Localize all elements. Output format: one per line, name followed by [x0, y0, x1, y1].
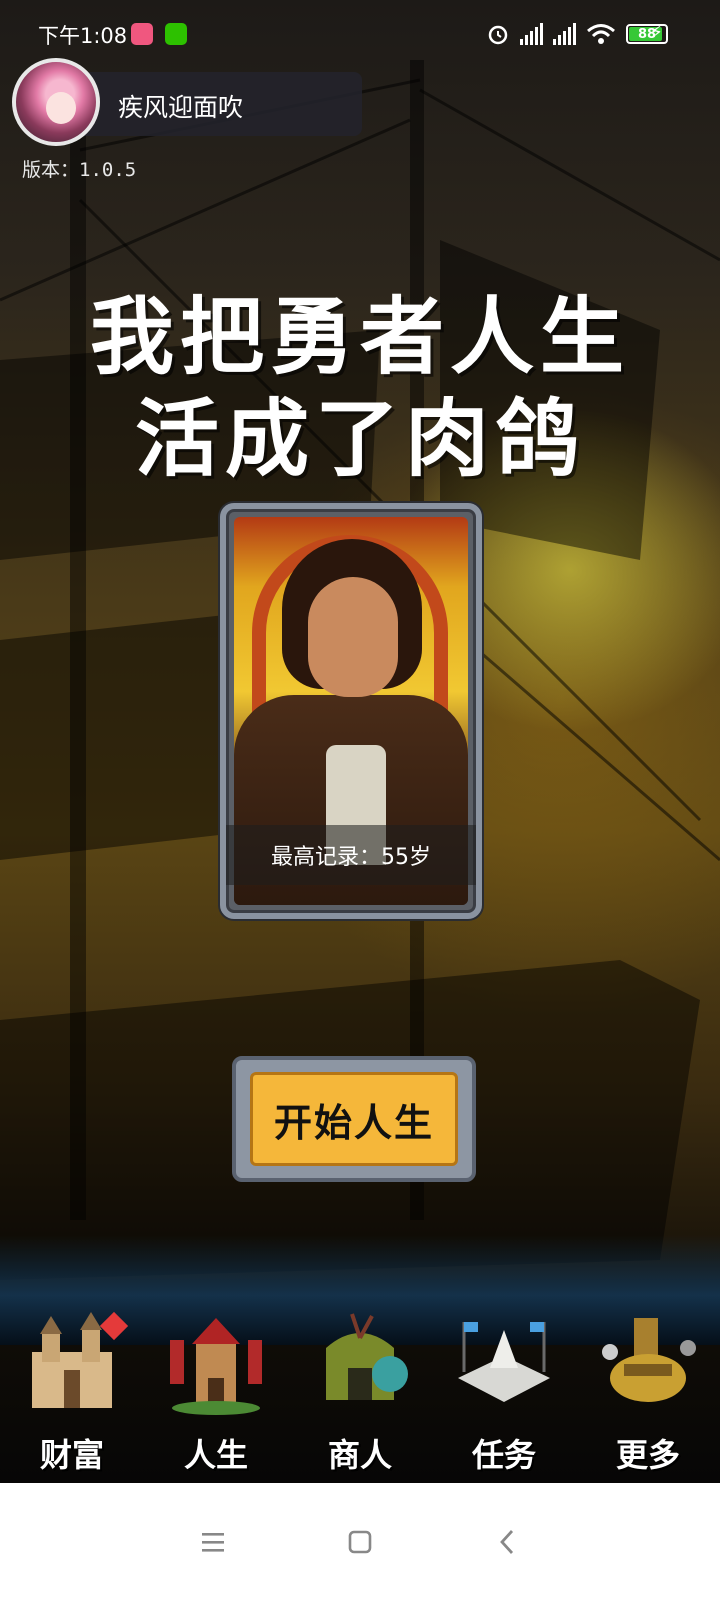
- castle-icon: [18, 1308, 129, 1416]
- signal-strength-icon-2: [553, 23, 576, 45]
- hero-card[interactable]: 最高记录：55岁: [220, 503, 482, 919]
- record-bar: 最高记录：55岁: [226, 825, 476, 885]
- nav-item-wealth[interactable]: 财富: [7, 1308, 137, 1488]
- wifi-icon: [587, 24, 615, 44]
- start-life-label: 开始人生: [273, 1100, 434, 1145]
- bottom-nav: 财富 人生 商人 任务 更多: [0, 1308, 720, 1488]
- system-navigation-bar: [0, 1483, 720, 1600]
- bilibili-notification-icon: [131, 23, 153, 45]
- back-icon[interactable]: [487, 1522, 527, 1562]
- nav-label-life: 人生: [183, 1436, 248, 1474]
- charging-icon: ⚡: [650, 22, 663, 43]
- status-icons: 88: [486, 20, 668, 48]
- alarm-icon: [488, 25, 508, 45]
- best-record: 最高记录：55岁: [271, 845, 431, 870]
- menu-icon[interactable]: [193, 1522, 233, 1562]
- merchant-tent-icon: [306, 1308, 414, 1416]
- workshop-icon: [594, 1308, 702, 1416]
- wechat-notification-icon: [165, 23, 187, 45]
- username: 疾风迎面吹: [118, 93, 244, 122]
- nav-label-merchant: 商人: [327, 1436, 392, 1474]
- game-title-line-2: 活成了肉鸽: [134, 390, 585, 488]
- nav-item-more[interactable]: 更多: [583, 1308, 713, 1488]
- nav-label-quest: 任务: [471, 1436, 536, 1474]
- tower-icon: [162, 1308, 270, 1416]
- avatar[interactable]: [12, 58, 100, 146]
- nav-label-more: 更多: [615, 1436, 680, 1474]
- clock: 下午1:08: [38, 24, 128, 48]
- status-bar: 下午1:08 88 ⚡: [0, 0, 720, 70]
- quest-altar-icon: [450, 1308, 558, 1416]
- version-label: 版本：1.0.5: [22, 159, 137, 181]
- nav-label-wealth: 财富: [39, 1436, 104, 1474]
- start-life-button[interactable]: 开始人生: [232, 1056, 476, 1182]
- nav-item-merchant[interactable]: 商人: [295, 1308, 425, 1488]
- nav-item-quest[interactable]: 任务: [439, 1308, 569, 1488]
- nav-item-life[interactable]: 人生: [151, 1308, 281, 1488]
- signal-strength-icon: [520, 23, 543, 45]
- home-icon[interactable]: [340, 1522, 380, 1562]
